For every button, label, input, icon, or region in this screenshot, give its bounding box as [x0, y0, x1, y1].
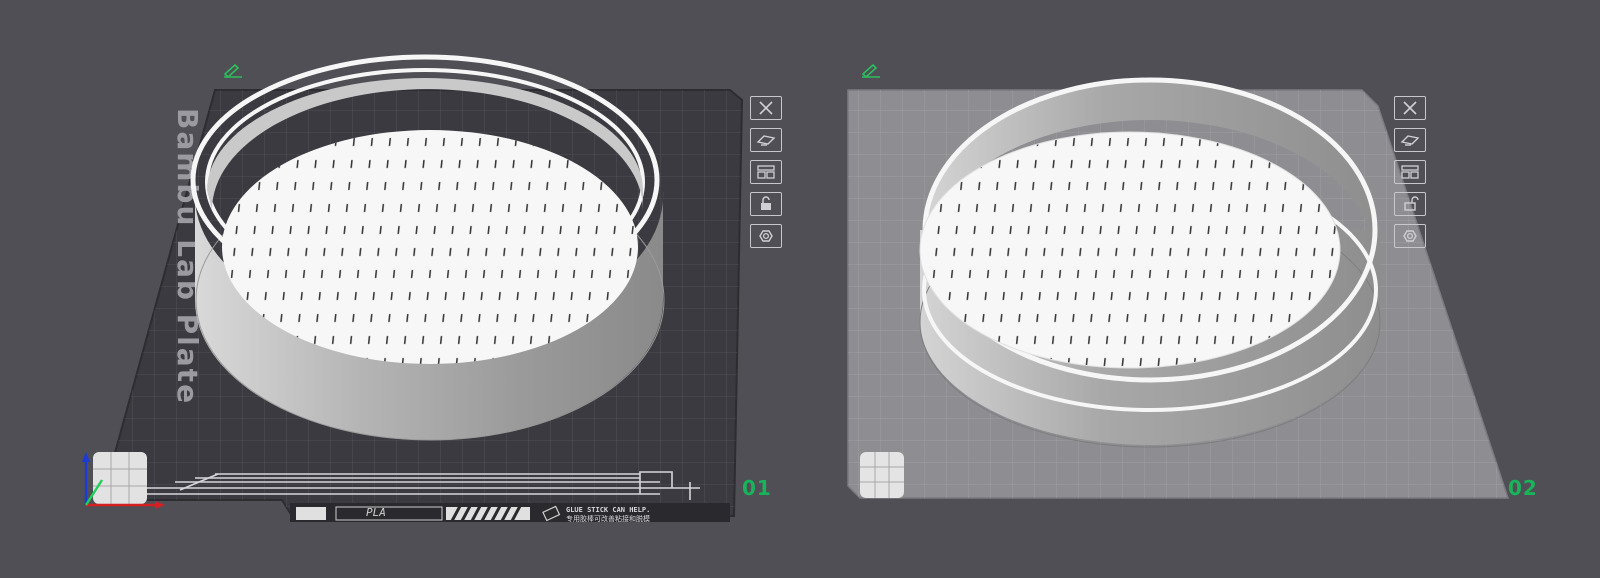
lock-icon[interactable] — [750, 192, 782, 216]
plate-number-02[interactable]: 02 — [1508, 476, 1538, 500]
plate-corner-marker — [860, 452, 904, 498]
auto-orient-icon[interactable] — [1394, 128, 1426, 152]
settings-icon[interactable] — [1394, 224, 1426, 248]
3d-viewport[interactable]: Bambu Lab Plate — [0, 0, 1600, 578]
close-icon[interactable] — [750, 96, 782, 120]
plate-number-01[interactable]: 01 — [742, 476, 772, 500]
rename-plate-02-icon[interactable] — [860, 62, 882, 82]
arrange-icon[interactable] — [1394, 160, 1426, 184]
model-bowl-02[interactable] — [900, 77, 1381, 448]
close-icon[interactable] — [1394, 96, 1426, 120]
plate-01-toolbar — [750, 96, 790, 256]
glue-hint-en: GLUE STICK CAN HELP. — [566, 506, 651, 514]
lock-icon[interactable] — [1394, 192, 1426, 216]
filament-label: PLA — [366, 506, 386, 519]
settings-icon[interactable] — [750, 224, 782, 248]
glue-hint-cn: 专用胶棒可改善粘接和脱模 — [566, 515, 650, 523]
rename-plate-01-icon[interactable] — [222, 62, 244, 82]
plate-02-toolbar — [1394, 96, 1434, 256]
plate-corner-marker — [93, 452, 147, 504]
plate-info-strip — [290, 503, 730, 522]
auto-orient-icon[interactable] — [750, 128, 782, 152]
arrange-icon[interactable] — [750, 160, 782, 184]
